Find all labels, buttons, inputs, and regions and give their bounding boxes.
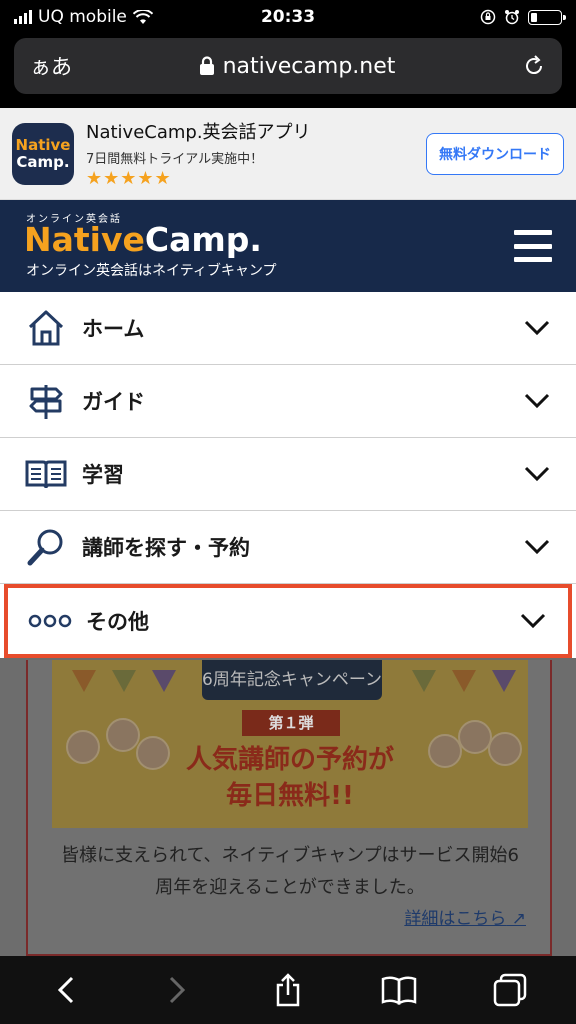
status-bar: UQ mobile 20:33 [0, 0, 576, 34]
campaign-ribbon: 6周年記念キャンペーン [202, 660, 382, 700]
menu-item-other[interactable]: その他 [4, 584, 572, 658]
campaign-banner[interactable]: 6周年記念キャンペーン 第１弾 人気講師の予約が 毎日無料!! [52, 660, 528, 828]
teacher-avatar [458, 720, 492, 754]
teacher-avatar [428, 734, 462, 768]
campaign-card: 6周年記念キャンペーン 第１弾 人気講師の予約が 毎日無料!! 皆様に支えられて… [26, 660, 552, 956]
app-logo-line1: Native [15, 135, 71, 154]
menu-item-find-teacher[interactable]: 講師を探す・予約 [0, 511, 576, 584]
lock-icon [199, 56, 214, 75]
home-icon [24, 306, 68, 350]
alarm-icon [505, 10, 519, 25]
campaign-description: 皆様に支えられて、ネイティブキャンプはサービス開始6周年を迎えることができました… [60, 845, 520, 898]
forward-icon[interactable] [153, 966, 201, 1014]
chevron-down-icon[interactable] [522, 313, 552, 343]
menu-item-label: 講師を探す・予約 [82, 536, 250, 560]
url-text: nativecamp.net [222, 53, 396, 79]
orientation-lock-icon [480, 9, 496, 25]
bunting-flag [112, 670, 136, 692]
search-icon [24, 525, 68, 569]
campaign-headline-line2: 毎日無料!! [226, 781, 354, 811]
chevron-down-icon[interactable] [522, 532, 552, 562]
browser-toolbar [0, 956, 576, 1024]
battery-icon [528, 9, 566, 25]
signpost-icon [24, 379, 68, 423]
menu-item-study[interactable]: 学習 [0, 438, 576, 511]
smart-app-banner: Native Camp. NativeCamp.英会話アプリ 7日間無料トライア… [0, 108, 576, 200]
book-icon [24, 452, 68, 496]
bunting-flag [412, 670, 436, 692]
signal-icon [14, 10, 32, 24]
teacher-avatar [106, 718, 140, 752]
hamburger-menu-icon[interactable] [514, 230, 552, 262]
external-link-icon: ↗ [506, 909, 526, 929]
chevron-down-icon[interactable] [522, 386, 552, 416]
more-dots-icon [28, 599, 72, 643]
carrier-label: UQ mobile [38, 7, 127, 27]
logo-camp: Camp. [144, 220, 262, 259]
site-header: オンライン英会話 NativeCamp. オンライン英会話はネイティブキャンプ [0, 200, 576, 292]
menu-item-label: 学習 [82, 463, 124, 487]
site-logo[interactable]: NativeCamp. [24, 220, 262, 259]
wifi-icon [132, 9, 153, 24]
campaign-stage: 第１弾 [242, 710, 340, 736]
header-tagline: オンライン英会話はネイティブキャンプ [26, 263, 277, 279]
rating-stars: ★★★★★ [86, 168, 172, 189]
logo-native: Native [24, 220, 145, 259]
bunting-flag [492, 670, 516, 692]
bunting-flag [452, 670, 476, 692]
reload-icon[interactable] [522, 54, 546, 78]
chevron-down-icon[interactable] [518, 606, 548, 636]
details-link[interactable]: 詳細はこちら ↗ [404, 904, 526, 929]
share-icon[interactable] [264, 966, 312, 1014]
app-subtitle: 7日間無料トライアル実施中！ [86, 152, 264, 167]
url-bar[interactable]: ぁあ nativecamp.net [14, 38, 562, 94]
download-button[interactable]: 無料ダウンロード [426, 132, 564, 175]
menu-item-label: ホーム [82, 317, 145, 341]
bookmarks-icon[interactable] [375, 966, 423, 1014]
teacher-avatar [136, 736, 170, 770]
address-field[interactable]: nativecamp.net [72, 54, 522, 79]
bunting-flag [152, 670, 176, 692]
nav-menu: ホーム ガイド 学習 講師を探す・予約 その他 [0, 292, 576, 658]
app-name: NativeCamp.英会話アプリ [86, 122, 311, 143]
tabs-icon[interactable] [486, 966, 534, 1014]
menu-item-home[interactable]: ホーム [0, 292, 576, 365]
app-logo-line2: Camp. [16, 152, 70, 171]
reader-options-button[interactable]: ぁあ [30, 51, 72, 81]
teacher-avatar [66, 730, 100, 764]
browser-url-area: ぁあ nativecamp.net [0, 34, 576, 108]
menu-item-label: ガイド [82, 390, 145, 414]
campaign-section: 6周年記念キャンペーン 第１弾 人気講師の予約が 毎日無料!! 皆様に支えられて… [0, 660, 576, 956]
teacher-avatar [488, 732, 522, 766]
menu-item-guide[interactable]: ガイド [0, 365, 576, 438]
chevron-down-icon[interactable] [522, 459, 552, 489]
bunting-flag [72, 670, 96, 692]
app-logo: Native Camp. [12, 122, 74, 185]
menu-item-label: その他 [86, 610, 149, 634]
back-icon[interactable] [42, 966, 90, 1014]
